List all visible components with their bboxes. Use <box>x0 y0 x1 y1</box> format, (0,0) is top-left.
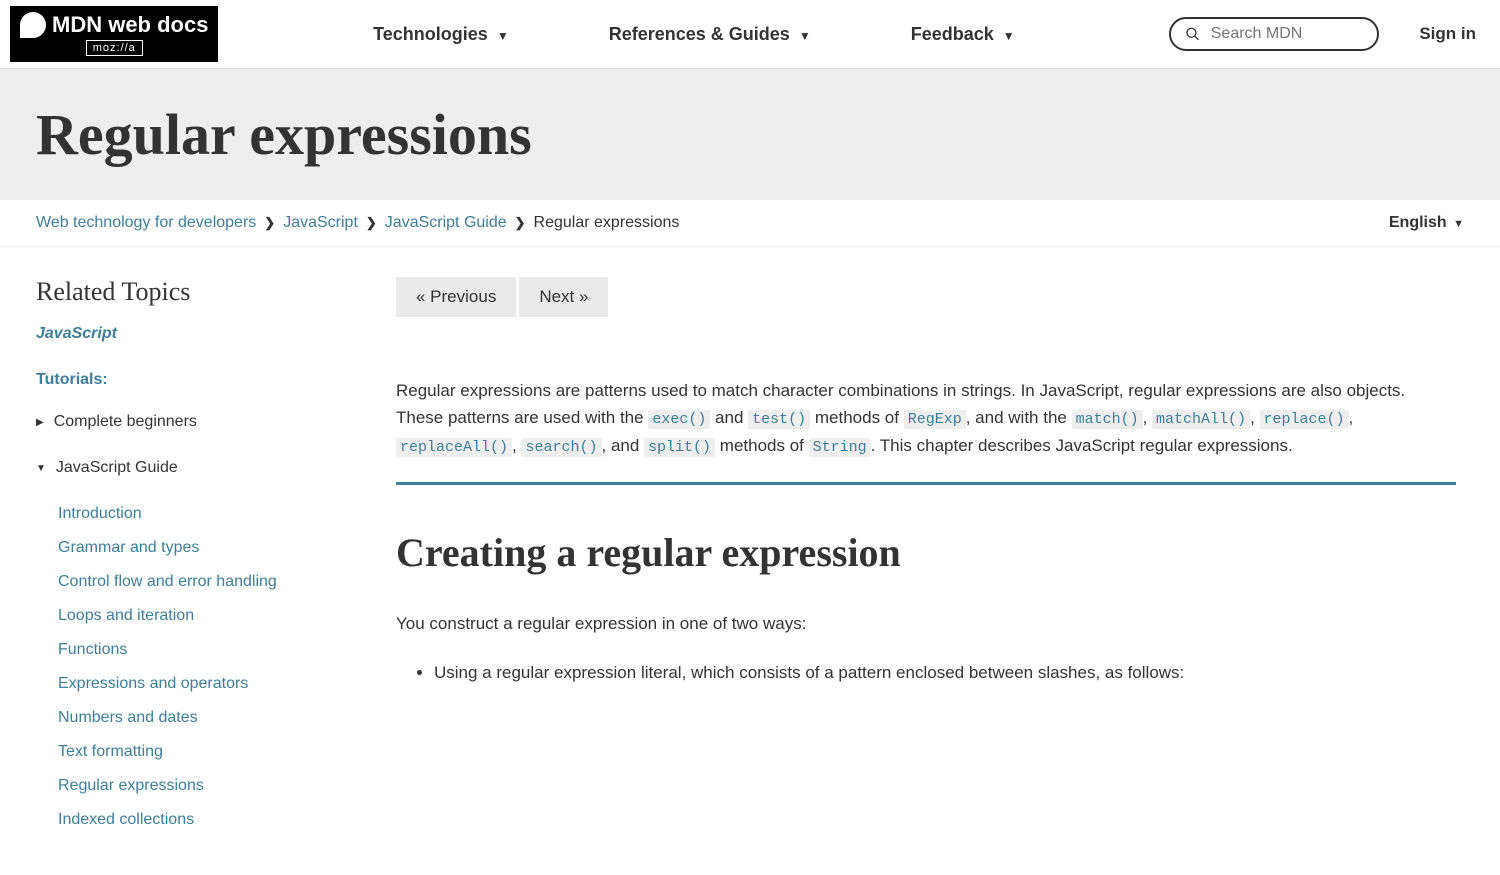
crumb-webtech[interactable]: Web technology for developers <box>36 214 256 232</box>
intro-paragraph: Regular expressions are patterns used to… <box>396 377 1456 460</box>
chevron-right-icon: ❯ <box>264 215 275 231</box>
page-title: Regular expressions <box>36 101 1464 168</box>
crumb-current: Regular expressions <box>534 214 680 232</box>
page-title-bar: Regular expressions <box>0 68 1500 200</box>
code-search[interactable]: search() <box>525 439 597 456</box>
sidebar-item-loops[interactable]: Loops and iteration <box>58 607 356 625</box>
sidebar-item-textformat[interactable]: Text formatting <box>58 743 356 761</box>
search-box[interactable] <box>1169 17 1379 51</box>
tutorials-label: Tutorials: <box>36 371 356 389</box>
crumb-javascript[interactable]: JavaScript <box>283 214 358 232</box>
mdn-logo[interactable]: MDN web docs moz://a <box>10 6 218 62</box>
list-item: Using a regular expression literal, whic… <box>434 659 1456 686</box>
sidebar-item-controlflow[interactable]: Control flow and error handling <box>58 573 356 591</box>
logo-text: MDN web docs <box>52 12 208 38</box>
main-content: « Previous Next » Regular expressions ar… <box>396 277 1456 845</box>
code-match[interactable]: match() <box>1076 411 1139 428</box>
search-input[interactable] <box>1211 25 1364 43</box>
breadcrumb-row: Web technology for developers ❯ JavaScri… <box>0 200 1500 247</box>
nav-references[interactable]: References & Guides ▼ <box>609 24 811 45</box>
nav-items: Technologies ▼ References & Guides ▼ Fee… <box>218 24 1169 45</box>
sidebar-javascript-link[interactable]: JavaScript <box>36 325 356 343</box>
code-exec[interactable]: exec() <box>652 411 706 428</box>
chevron-down-icon: ▼ <box>497 29 509 43</box>
sidebar-item-functions[interactable]: Functions <box>58 641 356 659</box>
ways-list: Using a regular expression literal, whic… <box>434 659 1456 686</box>
pager: « Previous Next » <box>396 277 1456 317</box>
code-split[interactable]: split() <box>648 439 711 456</box>
sidebar: Related Topics JavaScript Tutorials: ▶ C… <box>36 277 356 845</box>
chevron-down-icon: ▼ <box>1003 29 1015 43</box>
code-replaceall[interactable]: replaceAll() <box>400 439 508 456</box>
crumb-jsguide[interactable]: JavaScript Guide <box>385 214 507 232</box>
breadcrumb: Web technology for developers ❯ JavaScri… <box>36 214 679 232</box>
dino-icon <box>20 12 46 38</box>
chevron-right-icon: ❯ <box>515 215 526 231</box>
triangle-right-icon: ▶ <box>36 417 44 428</box>
sidebar-heading: Related Topics <box>36 277 356 307</box>
tree-javascript-guide[interactable]: ▼ JavaScript Guide <box>36 459 356 477</box>
tree-complete-beginners[interactable]: ▶ Complete beginners <box>36 413 356 431</box>
language-selector[interactable]: English ▼ <box>1389 214 1464 232</box>
sidebar-item-indexed[interactable]: Indexed collections <box>58 811 356 829</box>
chevron-down-icon: ▼ <box>1453 218 1464 230</box>
nav-feedback[interactable]: Feedback ▼ <box>911 24 1015 45</box>
logo-subtext: moz://a <box>86 40 143 56</box>
nav-technologies[interactable]: Technologies ▼ <box>373 24 509 45</box>
previous-button[interactable]: « Previous <box>396 277 516 317</box>
sidebar-item-grammar[interactable]: Grammar and types <box>58 539 356 557</box>
top-navigation: MDN web docs moz://a Technologies ▼ Refe… <box>0 0 1500 68</box>
next-button[interactable]: Next » <box>519 277 608 317</box>
code-replace[interactable]: replace() <box>1264 411 1345 428</box>
chevron-right-icon: ❯ <box>366 215 377 231</box>
section-heading: Creating a regular expression <box>396 529 1456 576</box>
section-intro: You construct a regular expression in on… <box>396 610 1456 637</box>
search-icon <box>1185 25 1200 43</box>
section-divider <box>396 482 1456 485</box>
sign-in-link[interactable]: Sign in <box>1419 24 1476 44</box>
chevron-down-icon: ▼ <box>799 29 811 43</box>
sidebar-item-numbers[interactable]: Numbers and dates <box>58 709 356 727</box>
code-matchall[interactable]: matchAll() <box>1156 411 1246 428</box>
code-regexp[interactable]: RegExp <box>908 411 962 428</box>
code-test[interactable]: test() <box>752 411 806 428</box>
sidebar-item-regex[interactable]: Regular expressions <box>58 777 356 795</box>
guide-sub-items: Introduction Grammar and types Control f… <box>58 505 356 829</box>
code-string[interactable]: String <box>813 439 867 456</box>
sidebar-item-introduction[interactable]: Introduction <box>58 505 356 523</box>
triangle-down-icon: ▼ <box>36 463 46 474</box>
sidebar-item-expressions[interactable]: Expressions and operators <box>58 675 356 693</box>
content-area: Related Topics JavaScript Tutorials: ▶ C… <box>0 247 1500 875</box>
